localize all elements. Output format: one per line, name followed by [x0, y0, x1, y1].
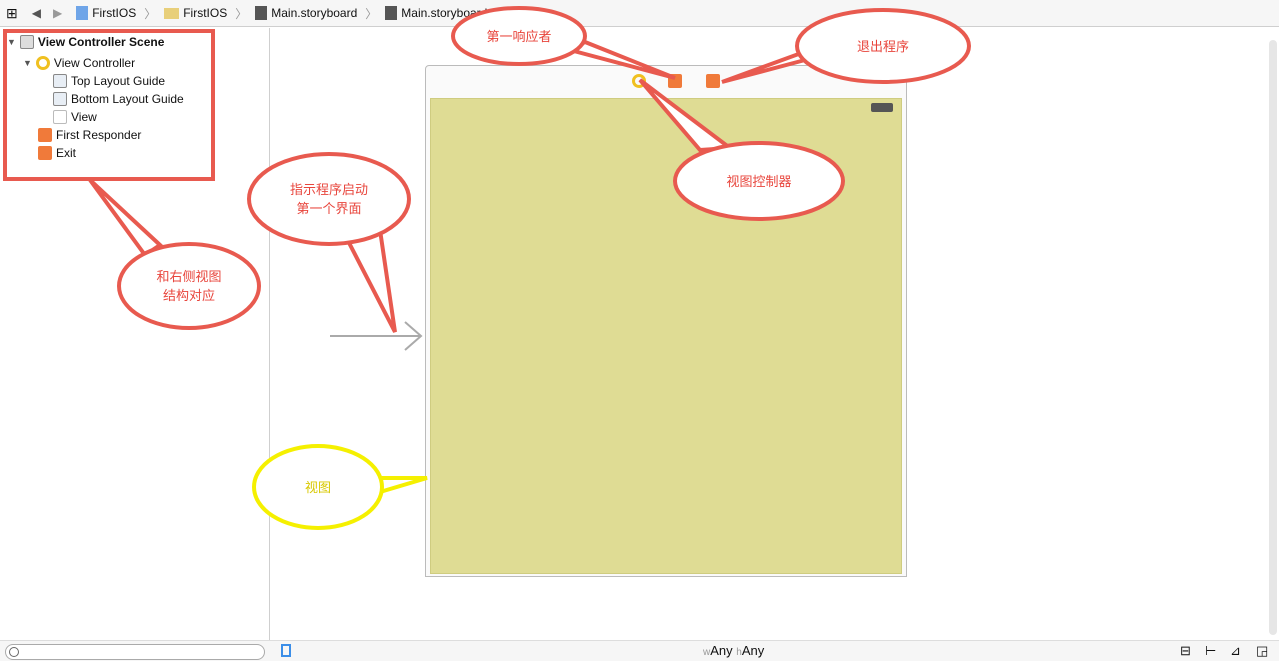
resizing-icon[interactable]: ◲	[1256, 643, 1268, 659]
outline-highlight	[3, 29, 215, 181]
callout-exit: 退出程序	[856, 38, 909, 54]
annotation-overlay	[3, 6, 971, 530]
resolve-issues-icon[interactable]: ⊿	[1230, 643, 1241, 659]
canvas-scrollbar[interactable]	[1269, 40, 1277, 635]
pin-icon[interactable]: ⊢	[1205, 643, 1216, 659]
toggle-outline-icon[interactable]	[281, 644, 291, 657]
outline-filter-input[interactable]	[5, 644, 265, 660]
size-class-control[interactable]: wAny hAny	[703, 643, 764, 658]
callout-first-responder: 第一响应者	[486, 28, 552, 44]
align-icon[interactable]: ⊟	[1180, 643, 1191, 659]
filter-icon	[9, 647, 19, 657]
callout-view-controller: 视图控制器	[726, 173, 792, 189]
callout-outline: 和右侧视图 结构对应	[156, 269, 222, 303]
bottom-bar: wAny hAny ⊟ ⊢ ⊿ ◲	[0, 640, 1279, 661]
callout-view: 视图	[304, 479, 331, 495]
callout-entry-point: 指示程序启动 第一个界面	[289, 182, 368, 216]
